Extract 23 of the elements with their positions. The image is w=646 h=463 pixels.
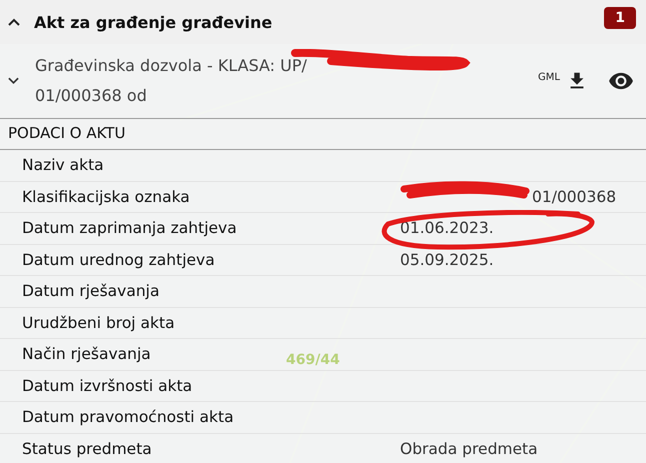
field-label: Datum rješavanja <box>22 282 160 300</box>
field-value: Obrada predmeta <box>400 440 538 458</box>
field-value: 01.06.2023. <box>400 219 494 238</box>
section-heading: PODACI O AKTU <box>0 119 646 150</box>
field-label: Urudžbeni broj akta <box>22 314 175 332</box>
parcel-label: 469/44 <box>286 352 340 368</box>
field-value: 05.09.2025. <box>400 250 494 269</box>
chevron-icon[interactable] <box>8 77 19 85</box>
act-title: 01/000368 od <box>35 85 148 107</box>
field-label: Status predmeta <box>22 440 152 458</box>
section-title: Akt za građenje građevine <box>34 12 274 32</box>
field-label: Način rješavanja <box>22 345 151 364</box>
count-badge: 1 <box>604 7 636 29</box>
chevron-icon[interactable] <box>8 18 20 26</box>
field-label: Datum izvršnosti akta <box>22 376 192 395</box>
field-label: Datum urednog zahtjeva <box>22 250 215 269</box>
act-title: Građevinska dozvola - KLASA: UP/ <box>35 55 307 77</box>
field-label: Datum zaprimanja zahtjeva <box>22 219 237 238</box>
format-label: GML <box>538 72 560 82</box>
field-label: Datum pravomoćnosti akta <box>22 408 234 426</box>
field-value: 01/000368 <box>532 188 616 206</box>
field-label: Klasifikacijska oznaka <box>22 188 190 206</box>
field-label: Naziv akta <box>22 156 104 174</box>
